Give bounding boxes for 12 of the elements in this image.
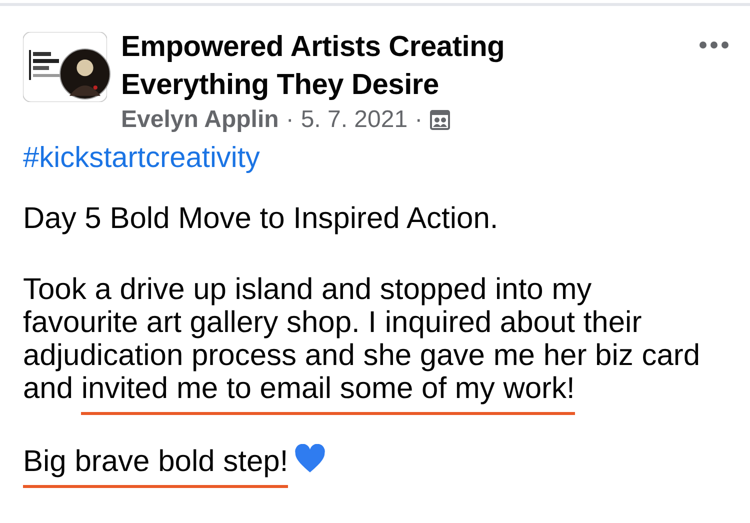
post-date: 5. 7. 2021 bbox=[300, 106, 408, 134]
hashtag-link[interactable]: #kickstartcreativity bbox=[23, 140, 750, 176]
post-paragraph: Big brave bold step! bbox=[23, 445, 288, 490]
heart-icon bbox=[294, 444, 326, 474]
author-name[interactable]: Evelyn Applin bbox=[121, 106, 279, 134]
separator: · bbox=[286, 106, 294, 134]
post-paragraph: Day 5 Bold Move to Inspired Action. bbox=[23, 202, 500, 237]
group-name[interactable]: Empowered Artists Creating Everything They Desire bbox=[121, 28, 641, 104]
post-paragraph: Took a drive up island and stopped into my favourite art gallery shop. I inquired about their adjudication process and she gave me her biz card and invited me to email some of my work! bbox=[23, 273, 715, 417]
separator: · bbox=[414, 106, 423, 134]
more-options-icon[interactable] bbox=[699, 41, 729, 49]
group-audience-icon bbox=[430, 110, 450, 130]
